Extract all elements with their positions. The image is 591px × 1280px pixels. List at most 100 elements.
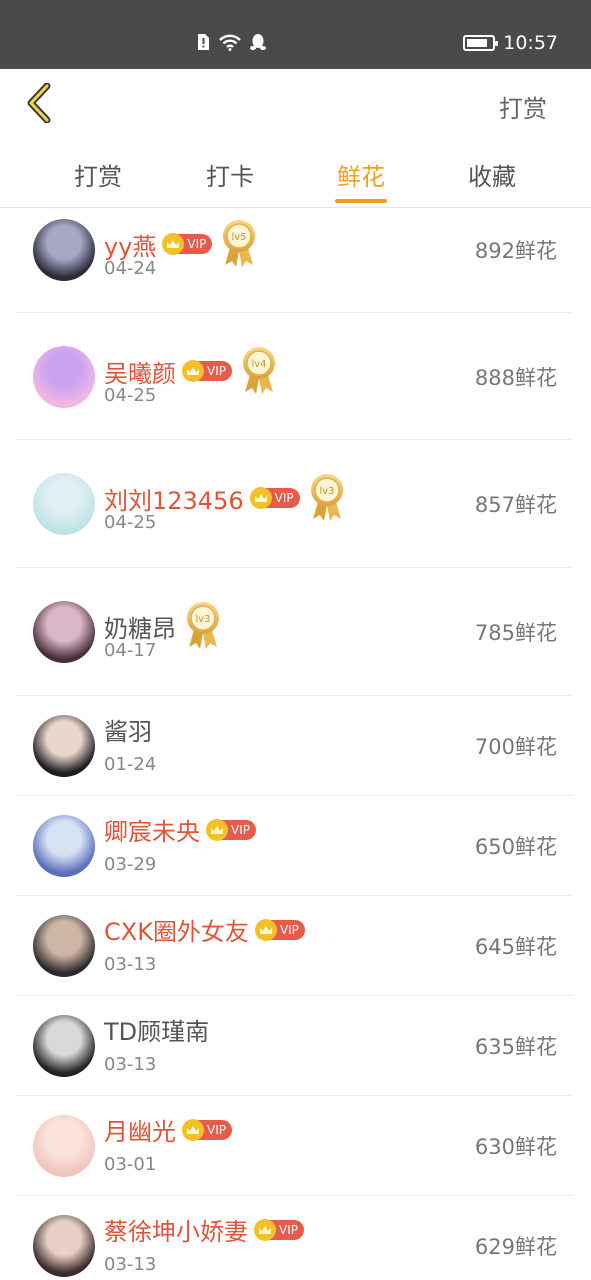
header: 打赏 bbox=[0, 69, 591, 141]
crown-icon bbox=[182, 360, 204, 382]
username[interactable]: 卿宸未央 bbox=[104, 812, 200, 847]
date: 04-25 bbox=[104, 512, 157, 533]
level-medal-icon: lv4 bbox=[240, 345, 278, 399]
flower-count: 645鲜花 bbox=[474, 935, 557, 959]
username[interactable]: 刘刘123456 bbox=[104, 481, 244, 516]
flower-ranking-list: yy燕 VIP lv5 04-24 892鲜花吴曦颜 VIP lv4 04-25 888鲜花刘刘… bbox=[16, 208, 574, 1280]
level-text: lv3 bbox=[195, 614, 210, 625]
username[interactable]: 奶糖昂 bbox=[104, 609, 176, 644]
level-text: lv3 bbox=[319, 486, 334, 497]
vip-label: VIP bbox=[207, 1122, 226, 1137]
vip-label: VIP bbox=[207, 364, 226, 378]
crown-icon bbox=[162, 233, 185, 255]
sim-alert-icon bbox=[198, 34, 209, 50]
tab-bar: 打赏 打卡 鲜花 收藏 bbox=[0, 141, 591, 208]
flower-count: 892鲜花 bbox=[474, 239, 557, 263]
date: 03-13 bbox=[104, 1054, 157, 1075]
vip-label: VIP bbox=[274, 491, 294, 505]
tab-favorites[interactable]: 收藏 bbox=[442, 157, 542, 192]
tab-checkin[interactable]: 打卡 bbox=[180, 157, 280, 192]
avatar[interactable] bbox=[33, 473, 95, 535]
username[interactable]: 月幽光 bbox=[104, 1112, 176, 1147]
flower-count: 785鲜花 bbox=[474, 621, 557, 645]
crown-icon bbox=[254, 918, 277, 941]
vip-badge: VIP bbox=[249, 487, 300, 509]
vip-badge: VIP bbox=[254, 918, 305, 941]
level-text: lv5 bbox=[232, 232, 247, 243]
flower-count: 700鲜花 bbox=[474, 735, 557, 759]
date: 04-24 bbox=[104, 258, 157, 279]
vip-badge: VIP bbox=[254, 1218, 304, 1241]
avatar[interactable] bbox=[33, 1115, 95, 1177]
name-line: CXK圈外女友 VIP bbox=[104, 912, 305, 947]
vip-badge: VIP bbox=[162, 233, 213, 255]
vip-badge: VIP bbox=[182, 360, 232, 382]
level-text: lv4 bbox=[251, 359, 266, 370]
date: 03-13 bbox=[104, 954, 157, 975]
tab-reward[interactable]: 打赏 bbox=[48, 157, 148, 192]
date: 04-25 bbox=[104, 385, 157, 406]
vip-label: VIP bbox=[187, 237, 207, 251]
list-item[interactable]: 蔡徐坤小娇妻 VIP 03-13 629鲜花 bbox=[16, 1196, 574, 1280]
avatar[interactable] bbox=[33, 219, 95, 281]
vip-label: VIP bbox=[279, 922, 299, 937]
crown-icon bbox=[206, 818, 228, 841]
crown-icon bbox=[182, 1118, 204, 1141]
avatar[interactable] bbox=[33, 346, 95, 408]
back-button[interactable] bbox=[20, 81, 60, 125]
name-line: 卿宸未央 VIP bbox=[104, 812, 256, 847]
username[interactable]: 酱羽 bbox=[104, 712, 152, 747]
status-icons bbox=[196, 33, 266, 51]
username[interactable]: CXK圈外女友 bbox=[104, 912, 249, 947]
flower-count: 888鲜花 bbox=[474, 366, 557, 390]
date: 01-24 bbox=[104, 754, 157, 775]
wifi-icon bbox=[219, 34, 241, 51]
flower-count: 635鲜花 bbox=[474, 1035, 557, 1059]
avatar[interactable] bbox=[33, 601, 95, 663]
flower-count: 650鲜花 bbox=[474, 835, 557, 859]
list-item[interactable]: 吴曦颜 VIP lv4 04-25 888鲜花 bbox=[16, 313, 574, 440]
status-time: 10:57 bbox=[503, 32, 558, 54]
reward-button[interactable]: 打赏 bbox=[499, 89, 547, 124]
battery-icon bbox=[463, 35, 499, 51]
active-tab-indicator bbox=[335, 199, 387, 203]
vip-badge: VIP bbox=[206, 818, 256, 841]
name-line: TD顾瑾南 bbox=[104, 1012, 209, 1047]
avatar[interactable] bbox=[33, 1215, 95, 1277]
list-item[interactable]: 奶糖昂 lv3 04-17 785鲜花 bbox=[16, 568, 574, 696]
date: 03-13 bbox=[104, 1254, 157, 1275]
crown-icon bbox=[249, 487, 272, 509]
qq-penguin-icon bbox=[250, 34, 266, 50]
username[interactable]: 吴曦颜 bbox=[104, 354, 176, 389]
name-line: 蔡徐坤小娇妻 VIP bbox=[104, 1212, 304, 1247]
list-item[interactable]: 酱羽 01-24 700鲜花 bbox=[16, 696, 574, 796]
chevron-left-icon bbox=[27, 83, 51, 123]
list-item[interactable]: 刘刘123456 VIP lv3 04-25 857鲜花 bbox=[16, 440, 574, 568]
list-item[interactable]: CXK圈外女友 VIP 03-13 645鲜花 bbox=[16, 896, 574, 996]
name-line: 月幽光 VIP bbox=[104, 1112, 232, 1147]
vip-label: VIP bbox=[279, 1222, 298, 1237]
level-medal-icon: lv5 bbox=[220, 218, 258, 272]
crown-icon bbox=[254, 1218, 276, 1241]
flower-count: 630鲜花 bbox=[474, 1135, 557, 1159]
level-medal-icon: lv3 bbox=[184, 600, 222, 654]
flower-count: 857鲜花 bbox=[474, 493, 557, 517]
name-line: 酱羽 bbox=[104, 712, 152, 747]
list-item[interactable]: TD顾瑾南 03-13 635鲜花 bbox=[16, 996, 574, 1096]
vip-label: VIP bbox=[231, 822, 250, 837]
avatar[interactable] bbox=[33, 715, 95, 777]
status-bar: 10:57 bbox=[0, 0, 591, 69]
avatar[interactable] bbox=[33, 815, 95, 877]
username[interactable]: yy燕 bbox=[104, 227, 156, 262]
date: 03-01 bbox=[104, 1154, 157, 1175]
username[interactable]: TD顾瑾南 bbox=[104, 1012, 209, 1047]
avatar[interactable] bbox=[33, 1015, 95, 1077]
username[interactable]: 蔡徐坤小娇妻 bbox=[104, 1212, 248, 1247]
avatar[interactable] bbox=[33, 915, 95, 977]
list-item[interactable]: 卿宸未央 VIP 03-29 650鲜花 bbox=[16, 796, 574, 896]
tab-flowers[interactable]: 鲜花 bbox=[311, 157, 411, 192]
list-item[interactable]: yy燕 VIP lv5 04-24 892鲜花 bbox=[16, 208, 574, 313]
list-item[interactable]: 月幽光 VIP 03-01 630鲜花 bbox=[16, 1096, 574, 1196]
date: 04-17 bbox=[104, 640, 157, 661]
status-right: 10:57 bbox=[463, 32, 558, 54]
